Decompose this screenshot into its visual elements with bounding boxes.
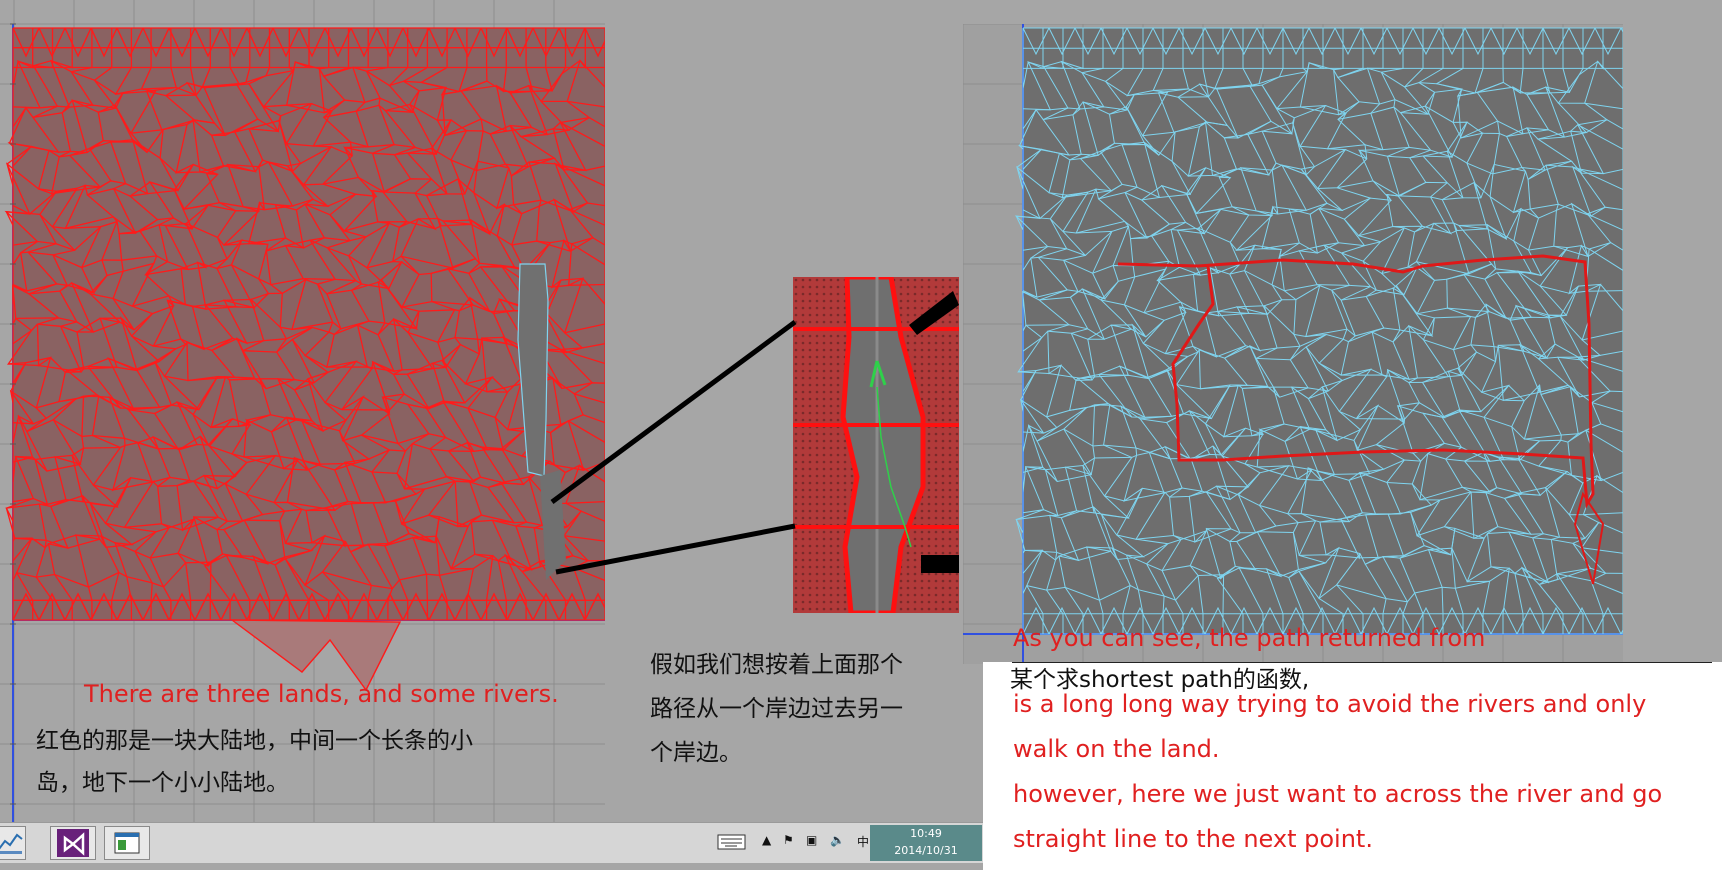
clock[interactable]: 10:49 2014/10/31: [870, 825, 982, 861]
visual-studio-button[interactable]: [50, 826, 96, 860]
caption-three-lands: There are three lands, and some rivers.: [84, 680, 559, 708]
clock-date: 2014/10/31: [894, 844, 958, 857]
right-uv-viewport[interactable]: [963, 24, 1623, 664]
network-icon[interactable]: ▣: [806, 833, 817, 847]
caption-cn-middle-3: 个岸边。: [650, 740, 742, 766]
caption-shortest-path: 某个求shortest path的函数,: [1010, 667, 1310, 693]
window-app-icon: [114, 832, 140, 854]
caption-across-river: however, here we just want to across the…: [1013, 780, 1663, 808]
keyboard-icon[interactable]: [717, 833, 747, 851]
caption-path-returned: As you can see, the path returned from: [1013, 624, 1486, 652]
right-uv-mesh: [963, 24, 1623, 664]
tray-arrow-icon[interactable]: ▲: [762, 833, 771, 847]
caption-long-way: is a long long way trying to avoid the r…: [1013, 690, 1647, 718]
ime-indicator[interactable]: 中: [857, 833, 869, 850]
taskbar: ▲ ⚑ ▣ 🔈 中 M 10:49 2014/10/31: [0, 822, 983, 863]
window-app-button[interactable]: [104, 826, 150, 860]
caption-walk-land: walk on the land.: [1013, 735, 1220, 763]
zoom-inset: [793, 277, 959, 613]
clock-time: 10:49: [910, 827, 942, 840]
volume-icon[interactable]: 🔈: [830, 833, 845, 847]
performance-monitor-button[interactable]: [0, 826, 26, 860]
caption-cn-middle-1: 假如我们想按着上面那个: [650, 652, 903, 678]
caption-cn-left-2: 岛，地下一个小小陆地。: [36, 770, 289, 796]
caption-straight-line: straight line to the next point.: [1013, 825, 1373, 853]
performance-monitor-icon: [0, 833, 23, 854]
caption-cn-middle-2: 路径从一个岸边过去另一: [650, 696, 903, 722]
zoom-inset-image: [793, 277, 959, 613]
flag-icon[interactable]: ⚑: [783, 833, 794, 847]
caption-cn-left-1: 红色的那是一块大陆地，中间一个长条的小: [36, 728, 473, 754]
visual-studio-icon: [57, 829, 89, 857]
